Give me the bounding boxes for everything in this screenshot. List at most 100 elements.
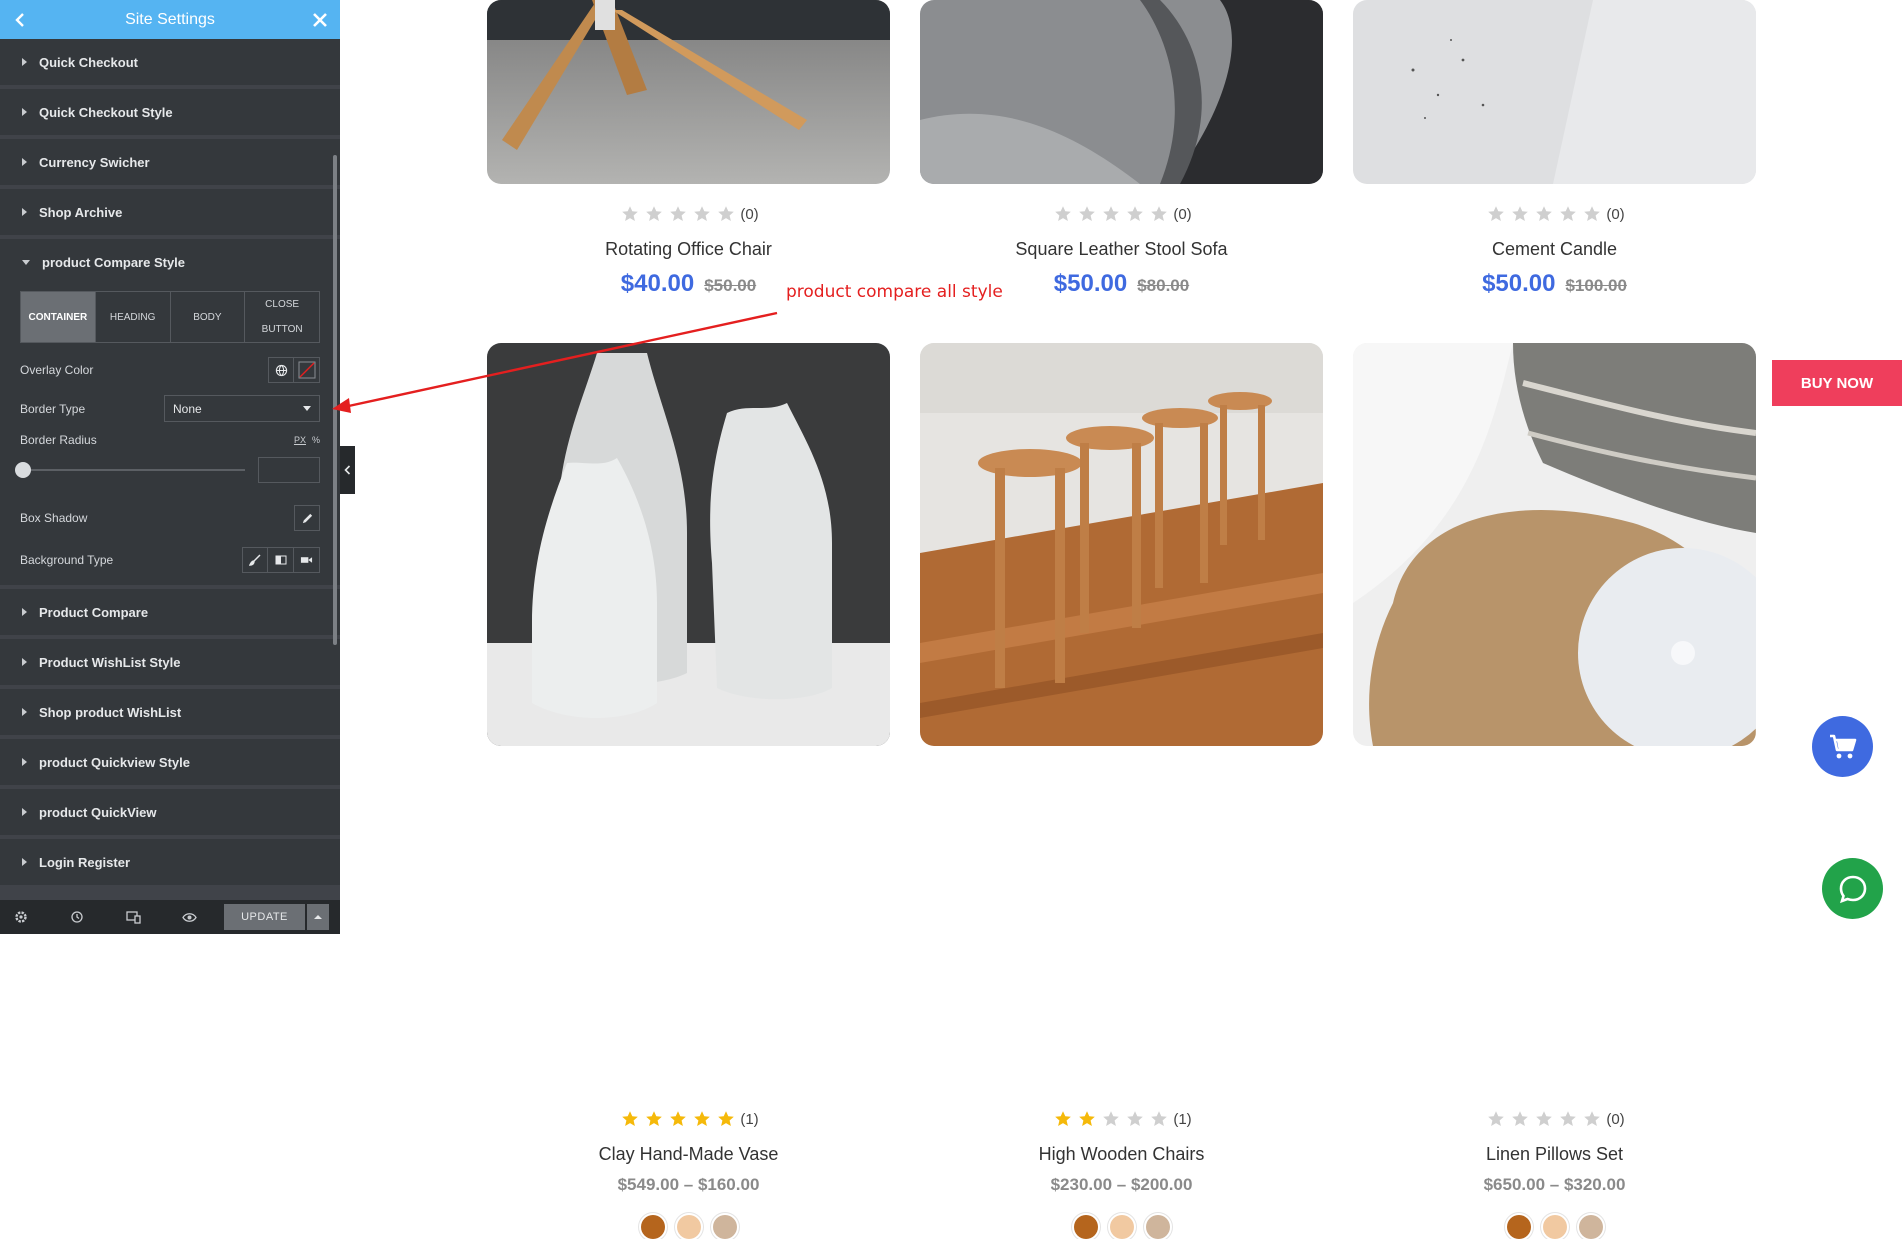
product-image[interactable]: [487, 0, 890, 184]
update-options-button[interactable]: [307, 904, 329, 930]
globe-icon: [275, 364, 287, 376]
chat-bubble-icon: [1839, 875, 1866, 903]
chat-button[interactable]: [1822, 858, 1883, 919]
color-swatch[interactable]: [1073, 1215, 1098, 1239]
close-button[interactable]: [300, 0, 340, 39]
star-empty-icon: [1488, 206, 1505, 221]
overlay-color-label: Overlay Color: [20, 363, 94, 377]
border-type-select[interactable]: None: [164, 395, 320, 422]
history-button[interactable]: [70, 910, 126, 924]
star-empty-icon: [1536, 206, 1553, 221]
settings-button[interactable]: [14, 910, 70, 924]
sale-price: $50.00: [1053, 270, 1128, 297]
section-label: Currency Swicher: [39, 154, 150, 170]
product-image[interactable]: [920, 0, 1323, 184]
section-shop-archive[interactable]: Shop Archive: [0, 189, 340, 235]
section-quick-checkout[interactable]: Quick Checkout: [0, 39, 340, 85]
slider-handle[interactable]: [15, 462, 31, 478]
update-button-group: UPDATE: [224, 904, 329, 930]
star-rating: (0): [487, 205, 890, 223]
color-swatch[interactable]: [1145, 1215, 1170, 1239]
product-name[interactable]: Square Leather Stool Sofa: [920, 239, 1323, 260]
star-filled-icon: [670, 1111, 687, 1126]
tab-container[interactable]: CONTAINER: [21, 292, 96, 342]
background-gradient-button[interactable]: [268, 547, 294, 573]
border-radius-slider-row: [15, 457, 320, 483]
star-empty-icon: [1536, 1111, 1553, 1126]
star-filled-icon: [718, 1111, 735, 1126]
panel-title: Site Settings: [125, 11, 215, 28]
color-swatch[interactable]: [712, 1215, 737, 1239]
global-colors-button[interactable]: [268, 357, 294, 383]
section-login-register[interactable]: Login Register: [0, 839, 340, 885]
section-label: Product WishList Style: [39, 654, 181, 670]
star-empty-icon: [1512, 1111, 1529, 1126]
product-name[interactable]: High Wooden Chairs: [920, 1144, 1323, 1165]
background-classic-button[interactable]: [242, 547, 268, 573]
settings-scroll-area[interactable]: Quick Checkout Quick Checkout Style Curr…: [0, 39, 340, 900]
close-icon: [313, 12, 327, 27]
color-picker-button[interactable]: [294, 357, 320, 383]
star-empty-icon: [1584, 1111, 1601, 1126]
color-swatch[interactable]: [1506, 1215, 1531, 1239]
section-quick-checkout-style[interactable]: Quick Checkout Style: [0, 89, 340, 135]
section-shop-product-wishlist[interactable]: Shop product WishList: [0, 689, 340, 735]
panel-footer: UPDATE: [0, 900, 340, 934]
section-product-compare[interactable]: Product Compare: [0, 589, 340, 635]
star-rating: (0): [1353, 205, 1756, 223]
price-range: $549.00 – $160.00: [617, 1175, 760, 1194]
overlay-color-control: Overlay Color: [20, 357, 320, 383]
tab-close-button[interactable]: CLOSE BUTTON: [245, 292, 319, 342]
product-name[interactable]: Clay Hand-Made Vase: [487, 1144, 890, 1165]
product-image[interactable]: [1353, 343, 1756, 746]
box-shadow-edit-button[interactable]: [294, 505, 320, 531]
product-name[interactable]: Linen Pillows Set: [1353, 1144, 1756, 1165]
section-product-wishlist-style[interactable]: Product WishList Style: [0, 639, 340, 685]
update-button[interactable]: UPDATE: [224, 904, 305, 930]
color-swatches: [1353, 1215, 1756, 1239]
border-radius-slider[interactable]: [20, 469, 245, 471]
star-filled-icon: [694, 1111, 711, 1126]
color-swatch[interactable]: [1542, 1215, 1567, 1239]
product-image[interactable]: [1353, 0, 1756, 184]
review-count: (0): [740, 205, 759, 223]
star-empty-icon: [622, 206, 639, 221]
section-product-compare-style[interactable]: product Compare Style: [0, 239, 340, 285]
chevron-left-icon: [344, 465, 351, 475]
color-swatch[interactable]: [1578, 1215, 1603, 1239]
product-name[interactable]: Cement Candle: [1353, 239, 1756, 260]
star-filled-icon: [646, 1111, 663, 1126]
regular-price: $100.00: [1565, 276, 1627, 295]
background-type-label: Background Type: [20, 553, 114, 567]
eye-icon: [182, 912, 197, 922]
section-currency-switcher[interactable]: Currency Swicher: [0, 139, 340, 185]
star-empty-icon: [1127, 1111, 1144, 1126]
color-swatch[interactable]: [640, 1215, 665, 1239]
product-image[interactable]: [920, 343, 1323, 746]
collapse-panel-button[interactable]: [340, 446, 355, 494]
unit-percent[interactable]: %: [312, 435, 320, 445]
color-swatch[interactable]: [676, 1215, 701, 1239]
section-product-quickview-style[interactable]: product Quickview Style: [0, 739, 340, 785]
background-type-control: Background Type: [20, 547, 320, 573]
cart-button[interactable]: [1812, 716, 1873, 777]
responsive-mode-button[interactable]: [126, 910, 182, 924]
section-label: Quick Checkout Style: [39, 104, 173, 120]
product-name[interactable]: Rotating Office Chair: [487, 239, 890, 260]
gear-icon: [15, 911, 27, 923]
tab-heading[interactable]: HEADING: [96, 292, 171, 342]
no-color-swatch-icon: [298, 361, 315, 379]
buy-now-button[interactable]: BUY NOW: [1772, 360, 1902, 406]
history-icon: [71, 911, 83, 923]
color-swatch[interactable]: [1109, 1215, 1134, 1239]
tab-body[interactable]: BODY: [171, 292, 246, 342]
sale-price: $50.00: [1482, 270, 1556, 297]
price-range: $230.00 – $200.00: [1050, 1175, 1193, 1194]
responsive-icon: [126, 910, 141, 924]
section-label: Shop product WishList: [39, 704, 182, 720]
section-product-quickview[interactable]: product QuickView: [0, 789, 340, 835]
section-label: Quick Checkout: [39, 54, 138, 70]
unit-px[interactable]: PX: [294, 435, 306, 445]
background-video-button[interactable]: [294, 547, 320, 573]
border-radius-input[interactable]: [258, 457, 320, 483]
